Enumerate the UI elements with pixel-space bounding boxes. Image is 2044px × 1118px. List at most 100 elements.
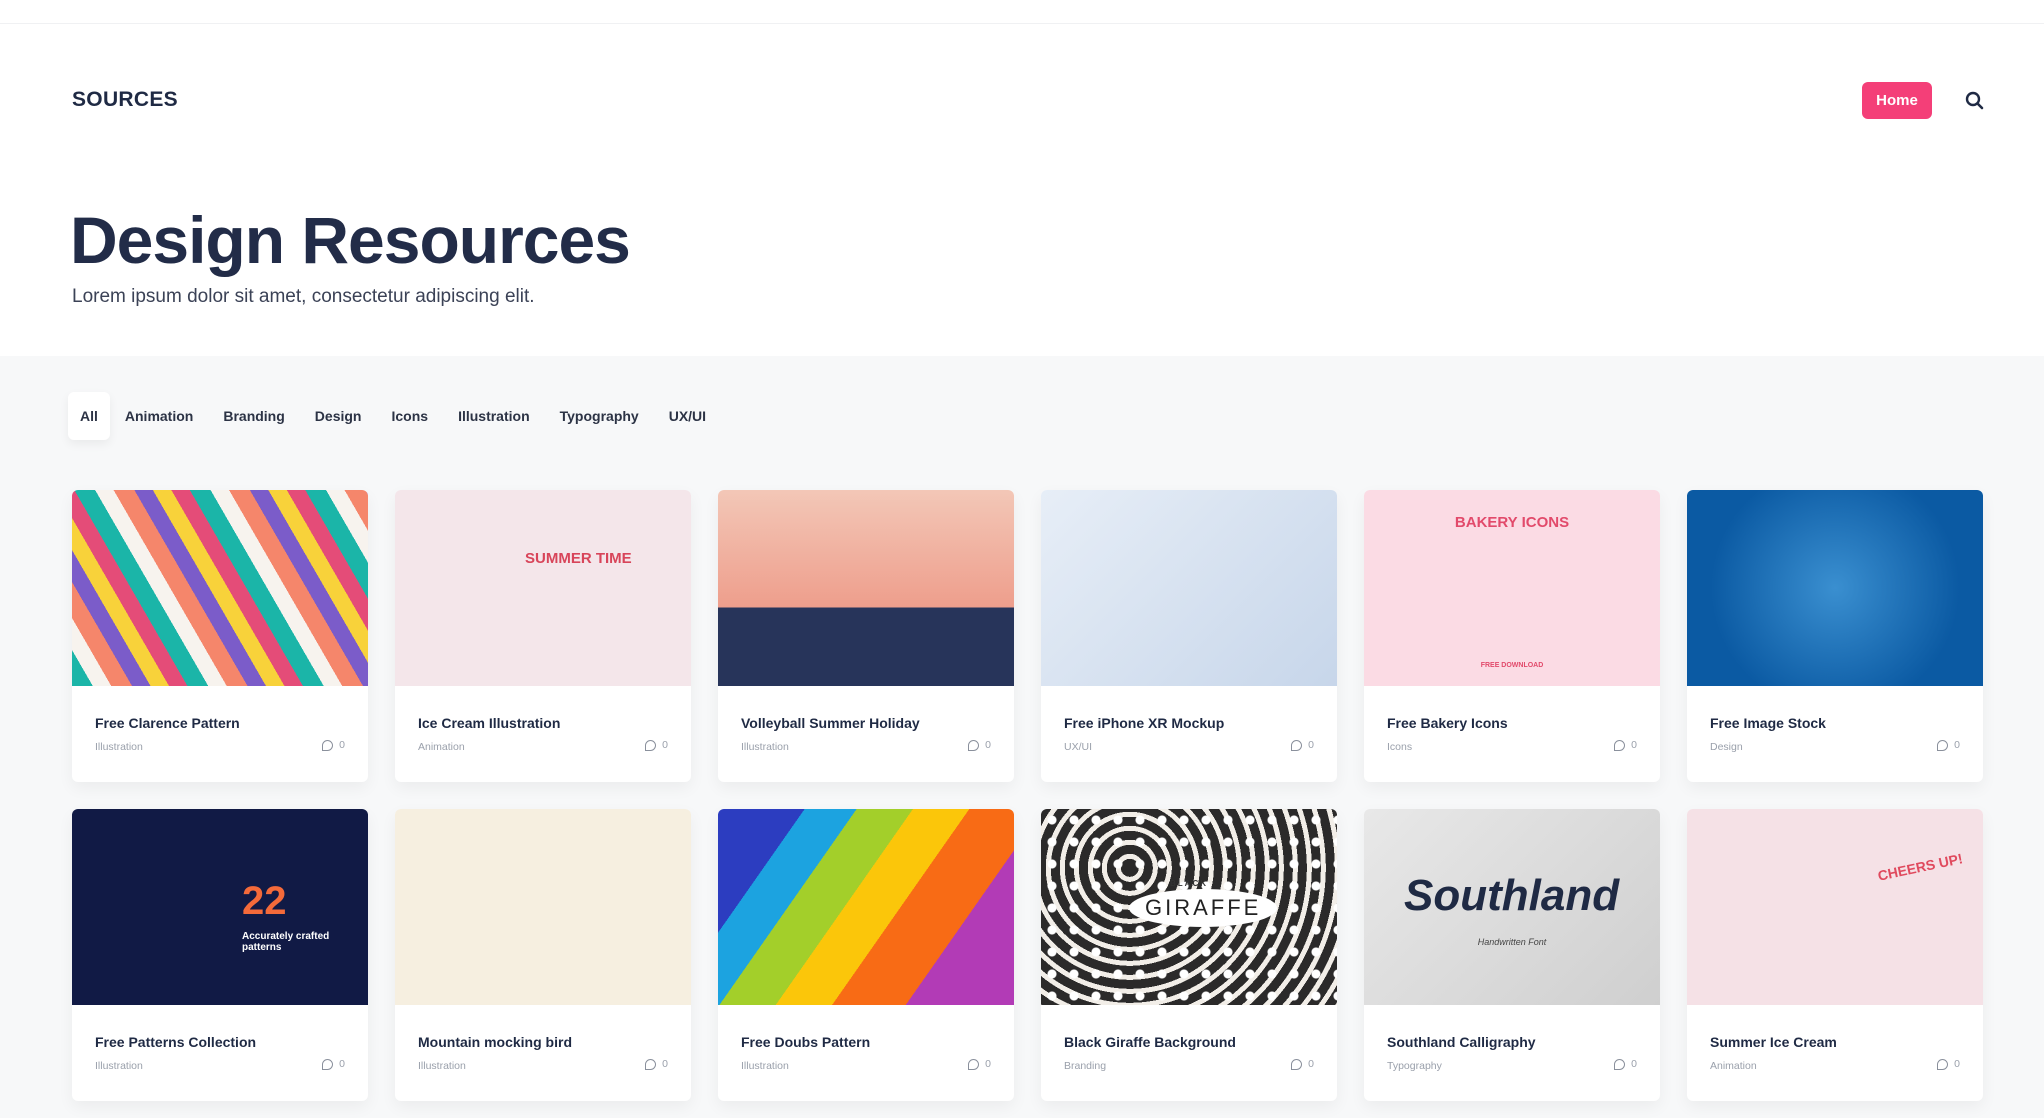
- resource-category: Design: [1710, 741, 1743, 753]
- resource-title[interactable]: Free Bakery Icons: [1387, 715, 1508, 731]
- resource-title[interactable]: Southland Calligraphy: [1387, 1034, 1536, 1050]
- comment-count: 0: [1937, 1058, 1960, 1070]
- comment-count: 0: [645, 739, 668, 751]
- resource-card[interactable]: GIRAFFE BLACK Black Giraffe Background Br…: [1041, 809, 1337, 1101]
- resource-thumbnail[interactable]: BAKERY ICONS FREE DOWNLOAD: [1364, 490, 1660, 686]
- resource-thumbnail[interactable]: [1687, 490, 1983, 686]
- resource-card[interactable]: Free Image Stock Design 0: [1687, 490, 1983, 782]
- comment-icon: [1937, 1058, 1949, 1070]
- comment-icon: [1937, 739, 1949, 751]
- resource-title[interactable]: Free Patterns Collection: [95, 1034, 256, 1050]
- resource-title[interactable]: Free Clarence Pattern: [95, 715, 240, 731]
- resource-category: Animation: [418, 741, 465, 753]
- filter-all[interactable]: All: [68, 392, 110, 440]
- hero: Design Resources Lorem ipsum dolor sit a…: [0, 124, 2044, 356]
- comment-count-value: 0: [662, 1058, 668, 1070]
- thumbnail-art-text: SUMMER TIME: [525, 550, 632, 567]
- resource-card[interactable]: CHEERS UP! Summer Ice Cream Animation 0: [1687, 809, 1983, 1101]
- thumbnail-art-text: Southland: [1404, 871, 1620, 920]
- filter-uxui[interactable]: UX/UI: [654, 392, 721, 440]
- filter-icons[interactable]: Icons: [376, 392, 443, 440]
- resource-title[interactable]: Volleyball Summer Holiday: [741, 715, 920, 731]
- comment-count-value: 0: [1308, 1058, 1314, 1070]
- resource-category: Illustration: [418, 1060, 466, 1072]
- thumbnail-art-text: GIRAFFE: [1129, 889, 1278, 927]
- comment-icon: [1614, 1058, 1626, 1070]
- resource-thumbnail[interactable]: [718, 809, 1014, 1005]
- comment-count: 0: [645, 1058, 668, 1070]
- comment-icon: [645, 1058, 657, 1070]
- filter-branding[interactable]: Branding: [208, 392, 299, 440]
- comment-count-value: 0: [1631, 739, 1637, 751]
- resource-category: UX/UI: [1064, 741, 1093, 753]
- resource-thumbnail[interactable]: [718, 490, 1014, 686]
- comment-count: 0: [968, 1058, 991, 1070]
- page-subtitle: Lorem ipsum dolor sit amet, consectetur …: [72, 286, 535, 307]
- resource-card[interactable]: Southland Handwritten Font Southland Call…: [1364, 809, 1660, 1101]
- resource-title[interactable]: Summer Ice Cream: [1710, 1034, 1837, 1050]
- resource-thumbnail[interactable]: 22 Accurately crafted patterns: [72, 809, 368, 1005]
- resource-thumbnail[interactable]: GIRAFFE BLACK: [1041, 809, 1337, 1005]
- resource-title[interactable]: Black Giraffe Background: [1064, 1034, 1236, 1050]
- comment-count: 0: [1614, 1058, 1637, 1070]
- comment-count: 0: [322, 739, 345, 751]
- resource-title[interactable]: Ice Cream Illustration: [418, 715, 560, 731]
- resource-title[interactable]: Mountain mocking bird: [418, 1034, 572, 1050]
- comment-count-value: 0: [1954, 739, 1960, 751]
- comment-count-value: 0: [339, 739, 345, 751]
- filter-illustration[interactable]: Illustration: [443, 392, 545, 440]
- resource-category: Typography: [1387, 1060, 1442, 1072]
- resources-section: All Animation Branding Design Icons Illu…: [0, 356, 2044, 1118]
- comment-count-value: 0: [1308, 739, 1314, 751]
- comment-count-value: 0: [985, 1058, 991, 1070]
- comment-count: 0: [1614, 739, 1637, 751]
- resource-thumbnail[interactable]: [395, 809, 691, 1005]
- resource-card[interactable]: Mountain mocking bird Illustration 0: [395, 809, 691, 1101]
- thumbnail-art-subtext: FREE DOWNLOAD: [1480, 662, 1544, 669]
- filter-typography[interactable]: Typography: [545, 392, 654, 440]
- resource-title[interactable]: Free Doubs Pattern: [741, 1034, 870, 1050]
- resource-thumbnail[interactable]: Southland Handwritten Font: [1364, 809, 1660, 1005]
- thumbnail-art-text: BAKERY ICONS: [1454, 514, 1570, 531]
- top-border: [0, 0, 2044, 24]
- resource-category: Branding: [1064, 1060, 1107, 1072]
- comment-count-value: 0: [662, 739, 668, 751]
- comment-icon: [1291, 739, 1303, 751]
- resource-thumbnail[interactable]: CHEERS UP!: [1687, 809, 1983, 1005]
- resource-title[interactable]: Free Image Stock: [1710, 715, 1826, 731]
- comment-icon: [968, 1058, 980, 1070]
- search-icon[interactable]: [1964, 90, 1986, 112]
- home-button[interactable]: Home: [1862, 82, 1932, 119]
- filter-tabs: All Animation Branding Design Icons Illu…: [68, 392, 721, 440]
- resource-thumbnail[interactable]: SUMMER TIME: [395, 490, 691, 686]
- filter-design[interactable]: Design: [300, 392, 377, 440]
- resource-title[interactable]: Free iPhone XR Mockup: [1064, 715, 1224, 731]
- resource-category: Animation: [1710, 1060, 1757, 1072]
- resource-card[interactable]: Volleyball Summer Holiday Illustration 0: [718, 490, 1014, 782]
- resource-thumbnail[interactable]: [1041, 490, 1337, 686]
- resource-category: Illustration: [95, 1060, 143, 1072]
- resource-thumbnail[interactable]: [72, 490, 368, 686]
- comment-icon: [1291, 1058, 1303, 1070]
- resource-category: Illustration: [741, 1060, 789, 1072]
- filter-animation[interactable]: Animation: [110, 392, 208, 440]
- thumbnail-art-text: 22: [242, 879, 287, 923]
- page-title: Design Resources: [70, 203, 631, 277]
- comment-count: 0: [1291, 1058, 1314, 1070]
- resource-card[interactable]: 22 Accurately crafted patterns Free Patte…: [72, 809, 368, 1101]
- site-header: SOURCES Home: [0, 24, 2044, 124]
- comment-icon: [322, 739, 334, 751]
- resource-category: Illustration: [741, 741, 789, 753]
- resource-card[interactable]: Free iPhone XR Mockup UX/UI 0: [1041, 490, 1337, 782]
- comment-count-value: 0: [1954, 1058, 1960, 1070]
- resource-card[interactable]: Free Doubs Pattern Illustration 0: [718, 809, 1014, 1101]
- comment-icon: [1614, 739, 1626, 751]
- thumbnail-art-text: CHEERS UP!: [1876, 850, 1965, 884]
- resource-card[interactable]: SUMMER TIME Ice Cream Illustration Anima…: [395, 490, 691, 782]
- resource-card[interactable]: Free Clarence Pattern Illustration 0: [72, 490, 368, 782]
- comment-count: 0: [322, 1058, 345, 1070]
- thumbnail-art-subtext: Accurately crafted patterns: [242, 931, 330, 953]
- logo[interactable]: SOURCES: [72, 88, 178, 112]
- resource-category: Icons: [1387, 741, 1413, 753]
- resource-card[interactable]: BAKERY ICONS FREE DOWNLOAD Free Bakery Ic…: [1364, 490, 1660, 782]
